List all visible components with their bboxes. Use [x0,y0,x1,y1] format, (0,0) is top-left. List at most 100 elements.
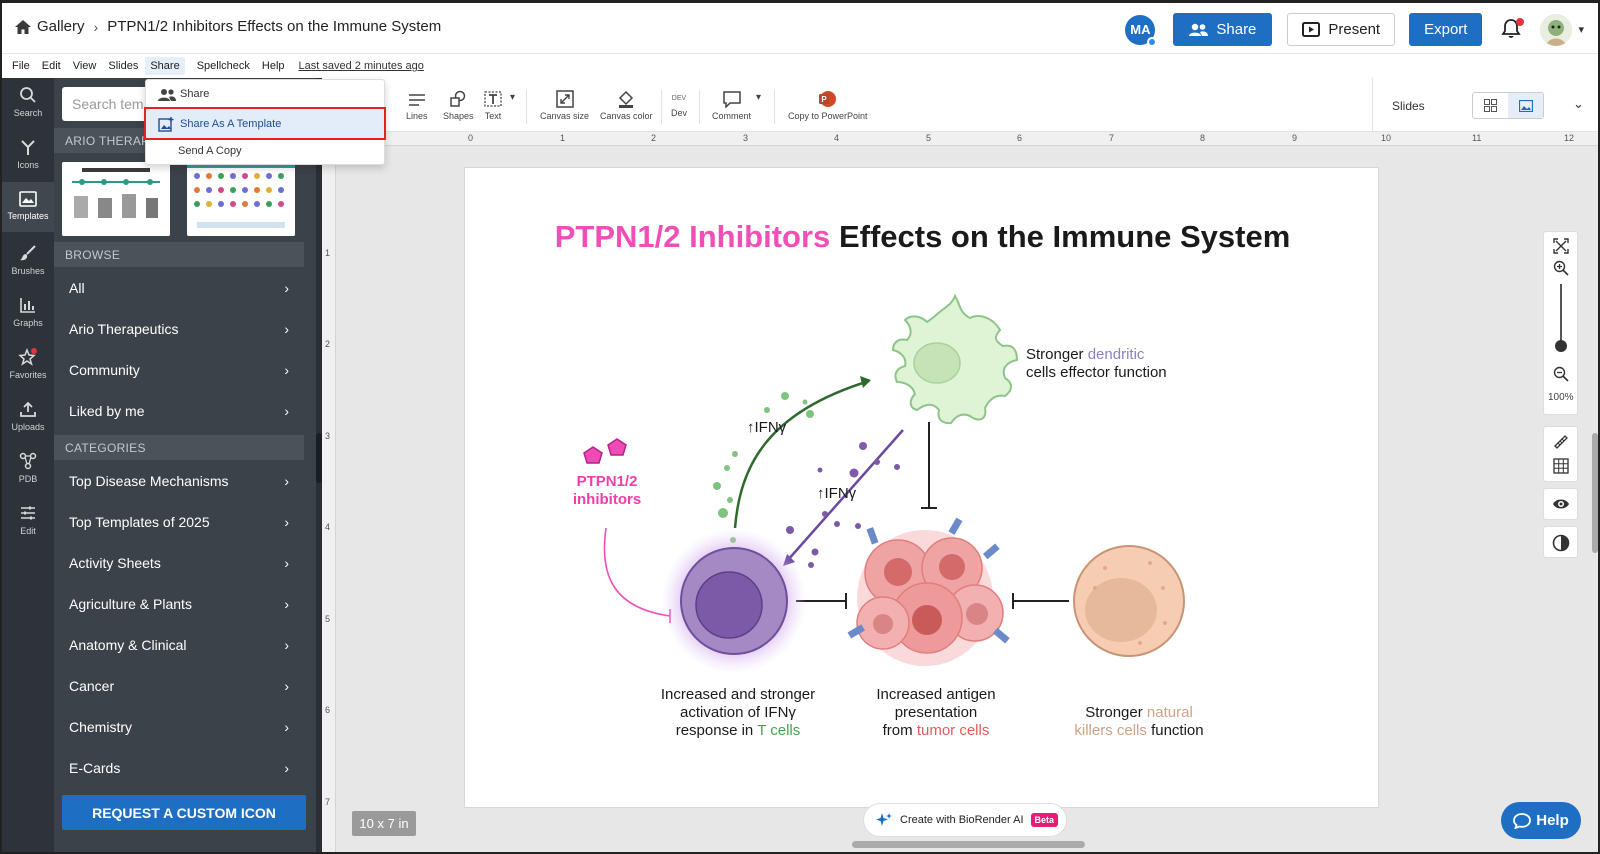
rail-favorites[interactable]: Favorites [2,348,54,380]
share-button[interactable]: Share [1173,13,1273,46]
category-item[interactable]: Chemistry › [54,706,304,747]
request-custom-icon-button[interactable]: REQUEST A CUSTOM ICON [62,795,306,830]
category-item[interactable]: E-Cards › [54,747,304,788]
lines-label: Lines [406,111,428,121]
comment-tool[interactable]: Comment [712,90,751,121]
shapes-tool[interactable]: Shapes [443,90,474,121]
user-avatar[interactable] [1540,13,1573,46]
ifn-label-purple: ↑IFNγ [817,485,857,502]
t-cell [661,528,807,674]
menu-file[interactable]: File [12,60,30,72]
grid-view-button[interactable] [1473,93,1508,118]
canvas-size-badge[interactable]: 10 x 7 in [352,811,416,836]
zoom-out-icon[interactable] [1553,366,1569,382]
rail-edit[interactable]: Edit [2,504,54,536]
search-icon [20,87,36,103]
lines-tool[interactable]: Lines [406,90,428,121]
rail-brushes[interactable]: Brushes [2,244,54,276]
browse-item-liked[interactable]: Liked by me › [54,390,304,431]
contrast-icon[interactable] [1552,534,1570,552]
share-menu-item[interactable]: Share [146,80,386,108]
rail-uploads-label: Uploads [11,422,45,432]
caption-highlight: natural [1146,704,1193,721]
category-item[interactable]: Activity Sheets › [54,542,304,583]
rail-search[interactable]: Search [2,86,54,118]
comment-options-caret[interactable]: ▾ [756,92,761,103]
send-copy-item[interactable]: Send A Copy [146,137,386,165]
inhibitors-text: inhibitors [572,491,642,508]
present-button[interactable]: Present [1287,13,1396,46]
category-item[interactable]: Agriculture & Plants › [54,583,304,624]
ifn-label-green: ↑IFNγ [747,419,787,436]
svg-text:P: P [821,95,827,104]
rail-search-label: Search [13,108,43,118]
eye-icon[interactable] [1552,497,1570,511]
copy-to-powerpoint-tool[interactable]: P Copy to PowerPoint [788,90,868,121]
category-item[interactable]: Top Disease Mechanisms › [54,460,304,501]
image-icon [1518,99,1533,112]
menu-spellcheck[interactable]: Spellcheck [197,60,250,72]
rail-graphs[interactable]: Graphs [2,296,54,328]
browse-item-label: All [69,280,85,296]
horizontal-scrollbar[interactable] [852,841,1085,848]
chevron-down-icon[interactable]: ▾ [1578,23,1584,36]
toolbar-divider [699,90,700,124]
help-button[interactable]: Help [1501,802,1581,839]
menu-edit[interactable]: Edit [42,60,61,72]
category-item[interactable]: Top Templates of 2025 › [54,501,304,542]
category-item[interactable]: Cancer › [54,665,304,706]
category-label: Activity Sheets [69,555,161,571]
collaborator-avatar[interactable]: MA [1125,14,1158,47]
ruler-tick-label: 12 [1564,133,1575,143]
menu-slides[interactable]: Slides [108,60,138,72]
ruler-tick-label: 1 [325,248,331,258]
export-button[interactable]: Export [1409,13,1483,46]
zoom-in-icon[interactable] [1553,260,1569,276]
notifications-button[interactable] [1500,17,1525,42]
rail-uploads[interactable]: Uploads [2,400,54,432]
menu-view[interactable]: View [73,60,97,72]
share-as-template-label: Share As A Template [180,117,282,130]
rail-icons[interactable]: Icons [2,138,54,170]
slides-view-toggle [1472,92,1544,119]
last-saved-link[interactable]: Last saved 2 minutes ago [299,60,424,72]
document-title[interactable]: PTPN1/2 Inhibitors Effects on the Immune… [107,18,441,35]
menu-share[interactable]: Share [145,57,185,75]
avatar-initials: MA [1130,22,1151,37]
category-item[interactable]: Anatomy & Clinical › [54,624,304,665]
image-view-button[interactable] [1508,93,1543,118]
zoom-slider-track[interactable] [1560,284,1562,348]
template-thumbnail[interactable] [187,162,295,236]
browse-item-ario[interactable]: Ario Therapeutics › [54,308,304,349]
create-with-ai-button[interactable]: Create with BioRender AI Beta [863,803,1067,837]
rail-templates[interactable]: Templates [2,182,54,232]
fit-screen-icon[interactable] [1553,238,1569,254]
grid-icon[interactable] [1553,458,1569,474]
caption-text: response in [675,722,754,739]
dev-tool[interactable]: DEV Dev [671,90,687,118]
antibody-icon [21,140,35,155]
canvas-color-tool[interactable]: Canvas color [600,90,653,121]
browse-item-community[interactable]: Community › [54,349,304,390]
caption-text: Stronger [1026,346,1084,363]
ruler-tick-label: 4 [325,522,331,532]
zoom-slider-handle[interactable] [1555,340,1567,352]
home-icon[interactable] [14,19,32,35]
share-as-template-item[interactable]: Share As A Template [144,107,386,140]
chevron-down-icon[interactable]: ⌄ [1573,96,1584,112]
gallery-link[interactable]: Gallery [37,18,85,35]
template-thumbnail[interactable] [62,162,170,236]
zoom-controls: 100% [1543,231,1578,415]
chevron-right-icon: › [284,555,289,571]
menu-help[interactable]: Help [262,60,285,72]
text-options-caret[interactable]: ▾ [510,92,515,103]
present-label: Present [1328,21,1381,38]
canvas-size-tool[interactable]: Canvas size [540,90,589,121]
slide-canvas[interactable]: PTPN1/2 Inhibitors Effects on the Immune… [464,167,1379,808]
text-tool[interactable]: Text [483,90,503,121]
rail-pdb[interactable]: PDB [2,452,54,484]
ruler-icon[interactable] [1553,434,1569,450]
vertical-scrollbar[interactable] [1592,433,1598,553]
browse-item-all[interactable]: All › [54,267,304,308]
inhibitor-molecule [583,446,603,464]
